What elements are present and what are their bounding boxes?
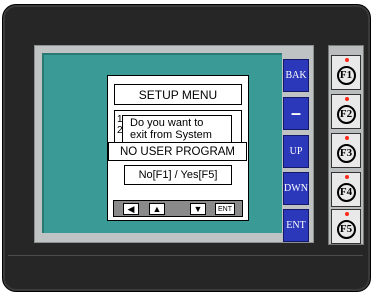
answer-prompt: No[F1] / Yes[F5] <box>124 165 232 185</box>
f2-key-label: F2 <box>336 104 356 124</box>
left-arrow-icon: ◀ <box>127 203 135 214</box>
status-message: NO USER PROGRAM <box>108 142 247 161</box>
nav-down-button[interactable]: ▼ <box>190 203 206 215</box>
bezel-divider <box>8 255 363 256</box>
f3-key[interactable]: F3 <box>331 133 361 168</box>
nav-enter-button[interactable]: ENT <box>215 203 235 215</box>
f4-key[interactable]: F4 <box>331 172 361 207</box>
led-indicator-icon <box>345 58 349 62</box>
f5-key-label: F5 <box>336 219 356 239</box>
f5-key[interactable]: F5 <box>331 209 361 244</box>
down-arrow-icon: ▼ <box>193 204 203 214</box>
led-indicator-icon <box>345 136 349 140</box>
nav-left-button[interactable]: ◀ <box>123 203 139 215</box>
nav-up-button[interactable]: ▲ <box>149 203 165 215</box>
soft-key-dwn[interactable]: DWN <box>283 172 309 205</box>
confirm-line-2: exit from System <box>130 129 212 141</box>
menu-title: SETUP MENU <box>114 84 242 105</box>
f4-key-label: F4 <box>336 182 356 202</box>
led-indicator-icon <box>345 97 349 101</box>
soft-key-bak[interactable]: BAK <box>283 59 309 92</box>
confirm-line-1: Do you want to <box>130 117 204 129</box>
led-indicator-icon <box>345 212 349 216</box>
soft-key-up[interactable]: UP <box>283 135 309 168</box>
up-arrow-icon: ▲ <box>152 204 162 214</box>
f1-key-label: F1 <box>336 65 356 85</box>
f3-key-label: F3 <box>336 143 356 163</box>
soft-key-ent[interactable]: ENT <box>283 209 309 242</box>
soft-key-dash[interactable]: – <box>283 97 309 130</box>
f2-key[interactable]: F2 <box>331 94 361 129</box>
exit-confirm-dialog: Do you want to exit from System <box>122 115 232 144</box>
led-indicator-icon <box>345 175 349 179</box>
f1-key[interactable]: F1 <box>331 55 361 90</box>
